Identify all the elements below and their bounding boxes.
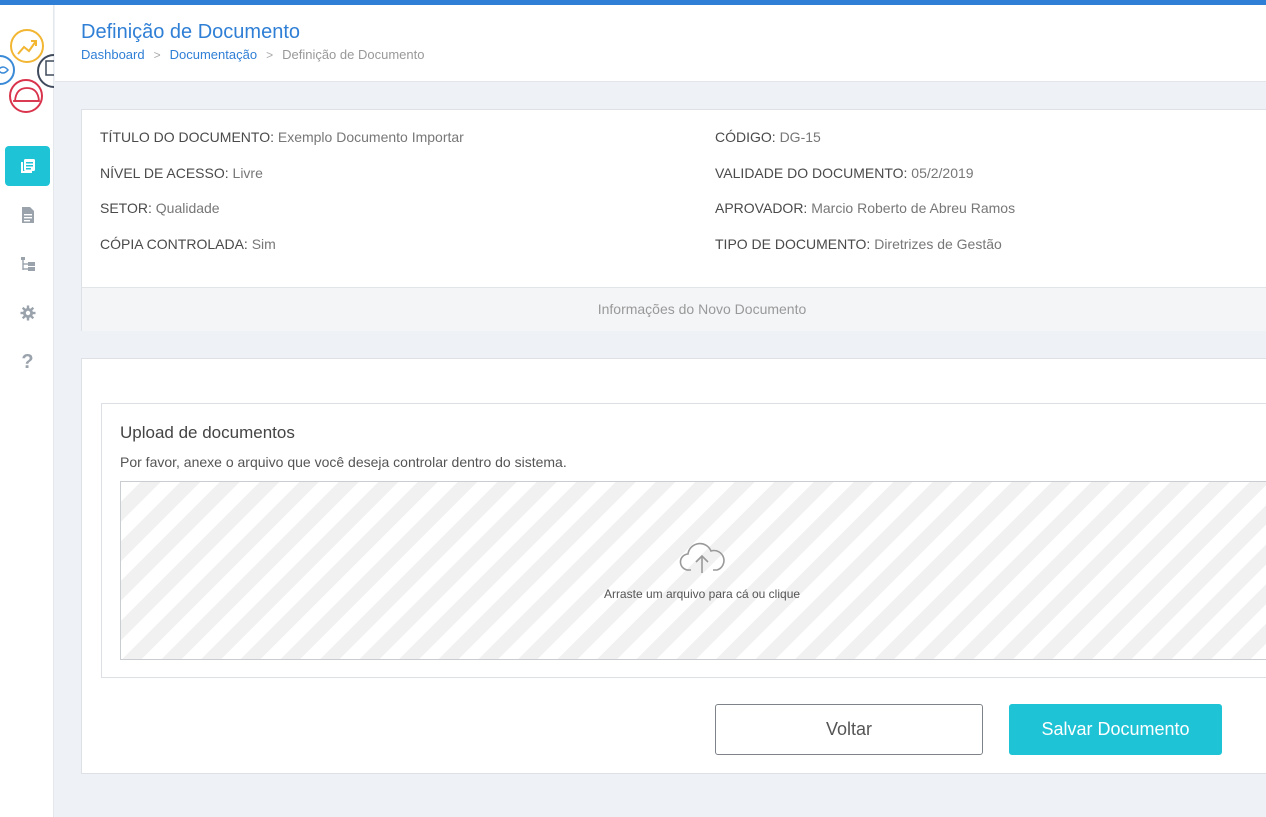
info-value: DG-15 xyxy=(779,129,821,145)
dropzone-text: Arraste um arquivo para cá ou clique xyxy=(603,587,801,601)
info-label: CÓPIA CONTROLADA: xyxy=(100,236,248,252)
sidebar-item-help[interactable]: ? xyxy=(5,342,50,382)
sidebar-item-settings[interactable] xyxy=(5,293,50,333)
upload-panel: Upload de documentos Por favor, anexe o … xyxy=(101,403,1266,678)
sidebar: ? xyxy=(0,5,71,817)
info-value: Exemplo Documento Importar xyxy=(277,129,464,145)
info-value: Diretrizes de Gestão xyxy=(874,236,1002,252)
chevron-right-icon: > xyxy=(153,47,161,62)
breadcrumb-dashboard[interactable]: Dashboard xyxy=(81,47,145,62)
info-label: APROVADOR: xyxy=(715,200,808,216)
chevron-right-icon: > xyxy=(266,47,274,62)
info-label: VALIDADE DO DOCUMENTO: xyxy=(715,165,908,181)
info-value: Qualidade xyxy=(155,200,220,216)
sidebar-item-documents[interactable] xyxy=(5,146,50,186)
info-copia: CÓPIA CONTROLADA: Sim xyxy=(100,236,276,252)
info-value: Sim xyxy=(251,236,276,252)
upload-card: Upload de documentos Por favor, anexe o … xyxy=(81,358,1266,774)
upload-description: Por favor, anexe o arquivo que você dese… xyxy=(120,454,567,470)
sidebar-item-tree[interactable] xyxy=(5,244,50,284)
file-dropzone[interactable]: Arraste um arquivo para cá ou clique xyxy=(120,481,1266,660)
info-value: Marcio Roberto de Abreu Ramos xyxy=(811,200,1016,216)
page-title: Definição de Documento xyxy=(81,21,301,43)
tree-icon xyxy=(20,256,36,272)
upload-title: Upload de documentos xyxy=(120,423,295,442)
info-setor: SETOR: Qualidade xyxy=(100,200,220,216)
info-validade: VALIDADE DO DOCUMENTO: 05/2/2019 xyxy=(715,165,974,181)
sidebar-item-file[interactable] xyxy=(5,195,50,235)
gear-icon xyxy=(20,305,36,321)
info-card-footer: Informações do Novo Documento xyxy=(82,287,1266,331)
info-label: CÓDIGO: xyxy=(715,129,776,145)
info-label: TIPO DE DOCUMENTO: xyxy=(715,236,871,252)
info-titulo: TÍTULO DO DOCUMENTO: Exemplo Documento I… xyxy=(100,129,464,145)
info-value: 05/2/2019 xyxy=(911,165,974,181)
file-icon xyxy=(21,207,35,223)
cloud-upload-icon xyxy=(679,542,725,579)
info-label: NÍVEL DE ACESSO: xyxy=(100,165,229,181)
back-button[interactable]: Voltar xyxy=(715,704,983,755)
document-info-card: TÍTULO DO DOCUMENTO: Exemplo Documento I… xyxy=(81,109,1266,331)
info-nivel: NÍVEL DE ACESSO: Livre xyxy=(100,165,263,181)
info-footer-text: Informações do Novo Documento xyxy=(597,301,807,317)
breadcrumb-documentacao[interactable]: Documentação xyxy=(170,47,257,62)
info-tipo: TIPO DE DOCUMENTO: Diretrizes de Gestão xyxy=(715,236,1002,252)
info-value: Livre xyxy=(232,165,263,181)
app-logo[interactable] xyxy=(0,5,71,115)
save-document-button[interactable]: Salvar Documento xyxy=(1009,704,1222,755)
info-label: SETOR: xyxy=(100,200,152,216)
documents-icon xyxy=(19,157,37,175)
info-aprovador: APROVADOR: Marcio Roberto de Abreu Ramos xyxy=(715,200,1015,216)
info-label: TÍTULO DO DOCUMENTO: xyxy=(100,129,274,145)
info-codigo: CÓDIGO: DG-15 xyxy=(715,129,821,145)
breadcrumb: Dashboard > Documentação > Definição de … xyxy=(81,47,424,62)
page-header: Definição de Documento Dashboard > Docum… xyxy=(55,5,1266,82)
breadcrumb-current: Definição de Documento xyxy=(282,47,425,62)
help-icon: ? xyxy=(21,350,34,373)
